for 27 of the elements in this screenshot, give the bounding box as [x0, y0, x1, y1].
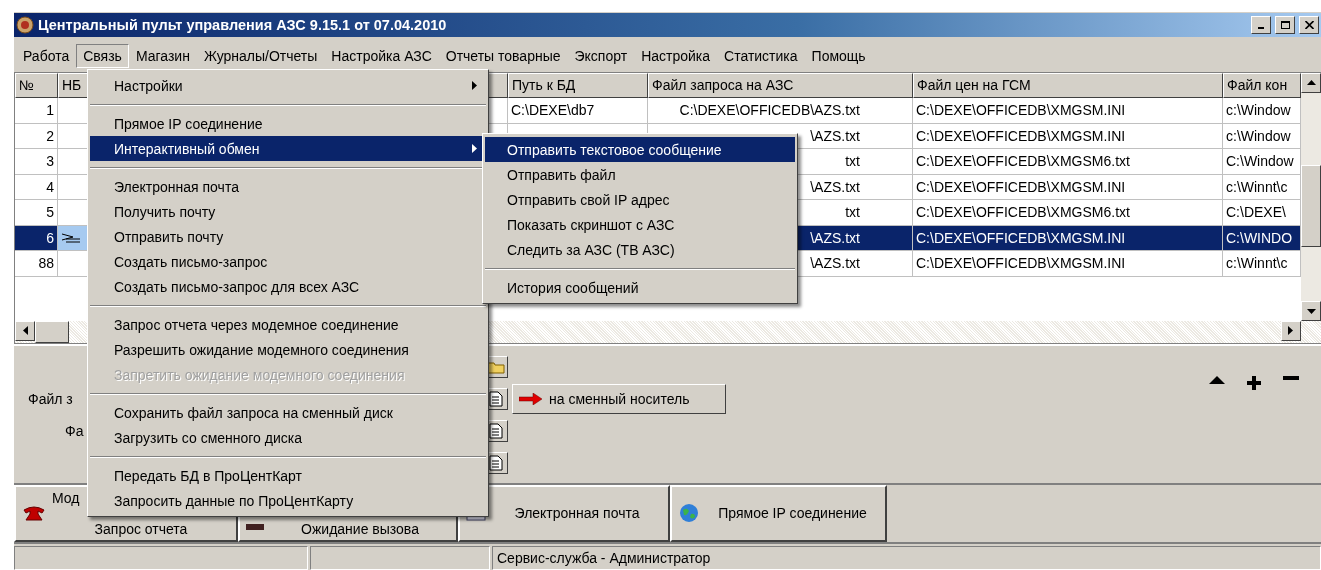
- table-cell: C:\DEXE\OFFICEDB\XMGSM6.txt: [913, 200, 1223, 226]
- table-cell: c:\Winnt\c: [1223, 251, 1301, 277]
- table-cell: c:\Window: [1223, 123, 1301, 149]
- table-cell: C:\DEXE\OFFICEDB\AZS.txt: [648, 98, 913, 124]
- table-cell: C:\DEXE\db7: [508, 98, 648, 124]
- field-label: Фа: [65, 422, 84, 439]
- table-cell: 6: [15, 225, 58, 251]
- table-cell: 88: [15, 251, 58, 277]
- window-title: Центральный пульт управления АЗС 9.15.1 от 07.04.2010: [38, 16, 448, 33]
- table-cell: 4: [15, 174, 58, 200]
- table-cell: 5: [15, 200, 58, 226]
- table-cell: C:\Window: [1223, 149, 1301, 175]
- table-cell: C:\WINDO: [1223, 225, 1301, 251]
- table-cell: C:\DEXE\OFFICEDB\XMGSM.INI: [913, 174, 1223, 200]
- table-cell: C:\DEXE\OFFICEDB\XMGSM.INI: [913, 251, 1223, 277]
- status-text: Сервис-служба - Администратор: [492, 546, 1321, 570]
- table-cell: c:\Winnt\c: [1223, 174, 1301, 200]
- table-cell: C:\DEXE\OFFICEDB\XMGSM.INI: [913, 98, 1223, 124]
- table-cell: c:\Window: [1223, 98, 1301, 124]
- table-cell: C:\DEXE\OFFICEDB\XMGSM.INI: [913, 225, 1223, 251]
- table-cell: C:\DEXE\OFFICEDB\XMGSM6.txt: [913, 149, 1223, 175]
- table-cell: 2: [15, 123, 58, 149]
- field-label: Файл з: [28, 390, 73, 407]
- table-cell: C:\DEXE\: [1223, 200, 1301, 226]
- table-cell: C:\DEXE\OFFICEDB\XMGSM.INI: [913, 123, 1223, 149]
- table-cell: 3: [15, 149, 58, 175]
- table-cell: 1: [15, 98, 58, 124]
